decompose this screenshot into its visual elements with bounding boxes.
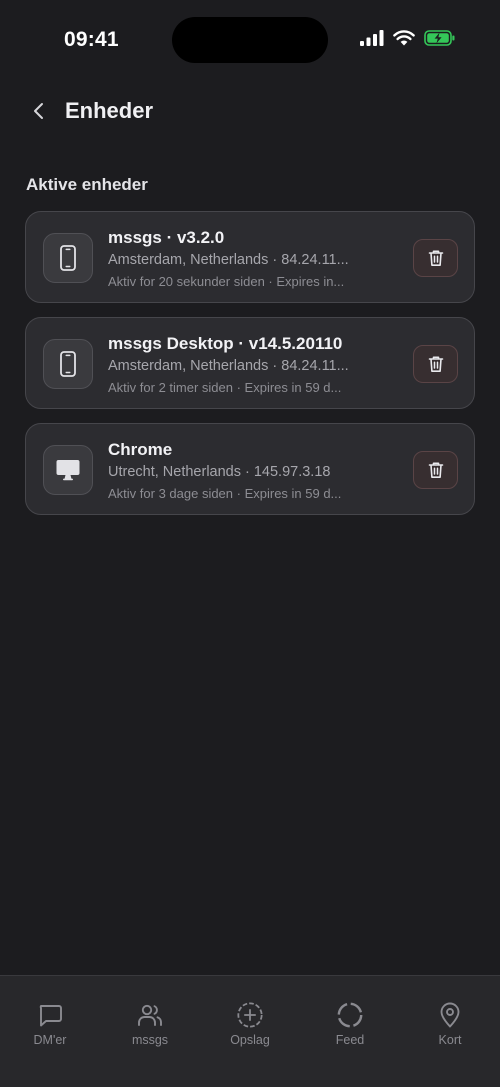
tab-label: mssgs (131, 1033, 169, 1047)
status-bar: 09:41 (0, 0, 500, 80)
delete-device-button[interactable] (413, 239, 458, 277)
dynamic-island (172, 17, 328, 63)
tab-label: Feed (335, 1033, 365, 1047)
device-activity: Aktiv for 2 timer siden · Expires in 59 … (108, 380, 342, 395)
trash-icon (428, 356, 443, 372)
device-card[interactable]: mssgs Desktop · v14.5.20110 Amsterdam, N… (25, 317, 475, 409)
tab-opslag[interactable]: Opslag (200, 976, 300, 1087)
device-location: Amsterdam, Netherlands · 84.24.11... (108, 252, 349, 268)
feed-circle-icon (336, 1001, 364, 1029)
add-circle-icon (236, 1001, 264, 1029)
chat-bubble-icon (36, 1001, 64, 1029)
tab-label: Opslag (230, 1033, 270, 1047)
trash-icon (428, 462, 443, 478)
status-icons (360, 30, 456, 46)
header: Enheder (0, 90, 500, 132)
desktop-icon (56, 460, 80, 481)
device-card[interactable]: Chrome Utrecht, Netherlands · 145.97.3.1… (25, 423, 475, 515)
tab-kort[interactable]: Kort (400, 976, 500, 1087)
device-icon-box (43, 445, 93, 495)
delete-device-button[interactable] (413, 451, 458, 489)
users-icon (136, 1001, 164, 1029)
device-card[interactable]: mssgs · v3.2.0 Amsterdam, Netherlands · … (25, 211, 475, 303)
device-name: Chrome (108, 440, 173, 459)
back-button[interactable] (24, 96, 54, 126)
phone-icon (60, 245, 76, 271)
tab-label: DM'er (33, 1033, 67, 1047)
device-icon-box (43, 233, 93, 283)
phone-icon (60, 351, 76, 377)
devices-screen: 09:41 Enheder Aktive enheder mssgs · v3.… (0, 0, 500, 1087)
device-location: Amsterdam, Netherlands · 84.24.11... (108, 358, 349, 374)
cellular-signal-icon (360, 30, 384, 46)
tab-mssgs[interactable]: mssgs (100, 976, 200, 1087)
delete-device-button[interactable] (413, 345, 458, 383)
tab-dms[interactable]: DM'er (0, 976, 100, 1087)
device-activity: Aktiv for 20 sekunder siden · Expires in… (108, 274, 345, 289)
chevron-left-icon (34, 103, 43, 119)
device-name: mssgs · v3.2.0 (108, 228, 225, 247)
section-title-active-devices: Aktive enheder (26, 175, 148, 194)
device-location: Utrecht, Netherlands · 145.97.3.18 (108, 464, 331, 480)
page-title: Enheder (65, 98, 154, 123)
tab-label: Kort (438, 1033, 462, 1047)
battery-charging-icon (424, 30, 455, 46)
trash-icon (428, 250, 443, 266)
status-time: 09:41 (64, 28, 119, 51)
device-icon-box (43, 339, 93, 389)
map-pin-icon (436, 1001, 464, 1029)
bottom-tab-bar: DM'er mssgs Opslag Feed Kort (0, 975, 500, 1087)
tab-feed[interactable]: Feed (300, 976, 400, 1087)
device-name: mssgs Desktop · v14.5.20110 (108, 334, 343, 353)
device-list: mssgs · v3.2.0 Amsterdam, Netherlands · … (25, 211, 475, 529)
wifi-icon (393, 30, 415, 46)
device-activity: Aktiv for 3 dage siden · Expires in 59 d… (108, 486, 342, 501)
